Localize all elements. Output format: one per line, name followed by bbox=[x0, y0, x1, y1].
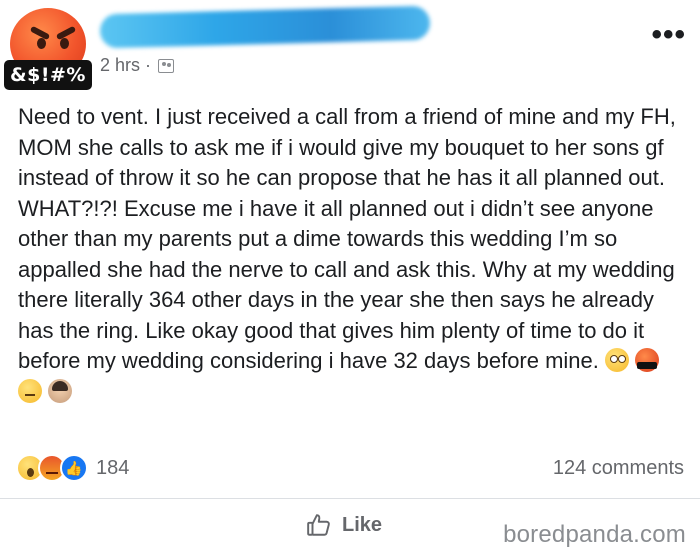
thumbs-up-icon bbox=[307, 514, 330, 536]
face-with-symbols-icon bbox=[635, 348, 660, 372]
meta-separator: · bbox=[145, 55, 152, 75]
like-label: Like bbox=[342, 513, 383, 536]
post-meta: 2 hrs · bbox=[100, 55, 175, 76]
divider bbox=[0, 498, 700, 499]
post-time[interactable]: 2 hrs bbox=[100, 55, 140, 76]
watermark: boredpanda.com bbox=[503, 521, 686, 548]
like-icon: 👍 bbox=[60, 454, 88, 482]
person-facepalming-icon bbox=[48, 378, 73, 403]
author-name-redacted[interactable] bbox=[99, 5, 431, 49]
more-options-button[interactable]: ••• bbox=[651, 20, 686, 50]
flushed-face-icon bbox=[605, 348, 630, 372]
comments-count[interactable]: 124 comments bbox=[553, 457, 684, 480]
reactions-summary[interactable]: 👍 184 bbox=[16, 454, 129, 482]
post-body: Need to vent. I just received a call fro… bbox=[18, 102, 690, 407]
reaction-count[interactable]: 184 bbox=[96, 457, 129, 480]
post-text: Need to vent. I just received a call fro… bbox=[18, 104, 676, 373]
avatar[interactable]: &$!#% bbox=[4, 8, 96, 90]
avatar-symbols: &$!#% bbox=[4, 60, 92, 90]
face-with-rolling-eyes-icon bbox=[18, 378, 42, 403]
like-button[interactable]: Like bbox=[306, 512, 382, 538]
friends-icon[interactable] bbox=[158, 58, 175, 73]
